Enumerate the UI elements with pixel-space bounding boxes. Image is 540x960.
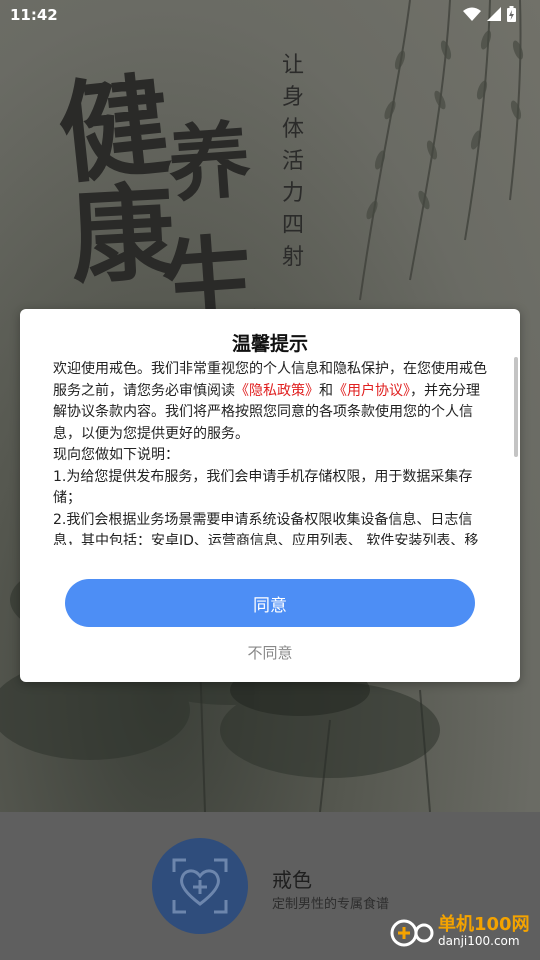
watermark-site-name: 单机100网 [438,914,530,935]
watermark-logo-icon [390,919,434,947]
disagree-button[interactable]: 不同意 [20,642,520,663]
app-name: 戒色 [272,868,312,892]
privacy-policy-link[interactable]: 《隐私政策》 [235,383,319,399]
slogan-text: 让身体活力四射 [281,53,304,270]
battery-charging-icon [507,6,516,22]
signal-icon [487,7,501,21]
dialog-body[interactable]: 欢迎使用戒色。我们非常重视您的个人信息和隐私保护，在您使用戒色服务之前，请您务必… [53,359,489,545]
calligraphy-char: 养 [165,112,254,214]
heart-plus-icon [172,858,228,914]
dialog-intro: 欢迎使用戒色。我们非常重视您的个人信息和隐私保护，在您使用戒色服务之前，请您务必… [53,359,489,445]
status-time: 11:42 [10,6,58,24]
watermark-site-url: danji100.com [438,934,520,948]
site-watermark: 单机100网 danji100.com [390,916,530,950]
dialog-paragraph: 2.我们会根据业务场景需要申请系统设备权限收集设备信息、日志信息，其中包括：安卓… [53,511,479,546]
user-agreement-link[interactable]: 《用户协议》 [333,383,410,399]
dialog-title: 温馨提示 [231,333,308,355]
agree-button[interactable]: 同意 [65,579,475,627]
privacy-dialog: 温馨提示 欢迎使用戒色。我们非常重视您的个人信息和隐私保护，在您使用戒色服务之前… [20,309,520,682]
and-text: 和 [319,382,333,399]
dialog-scrollbar[interactable] [514,357,518,457]
dialog-paragraph: 1.为给您提供发布服务，我们会申请手机存储权限，用于数据采集存储； [53,468,473,507]
app-tagline: 定制男性的专属食谱 [272,897,390,912]
system-icons [463,6,516,22]
app-logo [152,838,248,934]
status-bar: 11:42 [0,0,540,30]
wifi-icon [463,7,481,21]
dialog-paragraph: 现向您做如下说明： [53,447,179,463]
